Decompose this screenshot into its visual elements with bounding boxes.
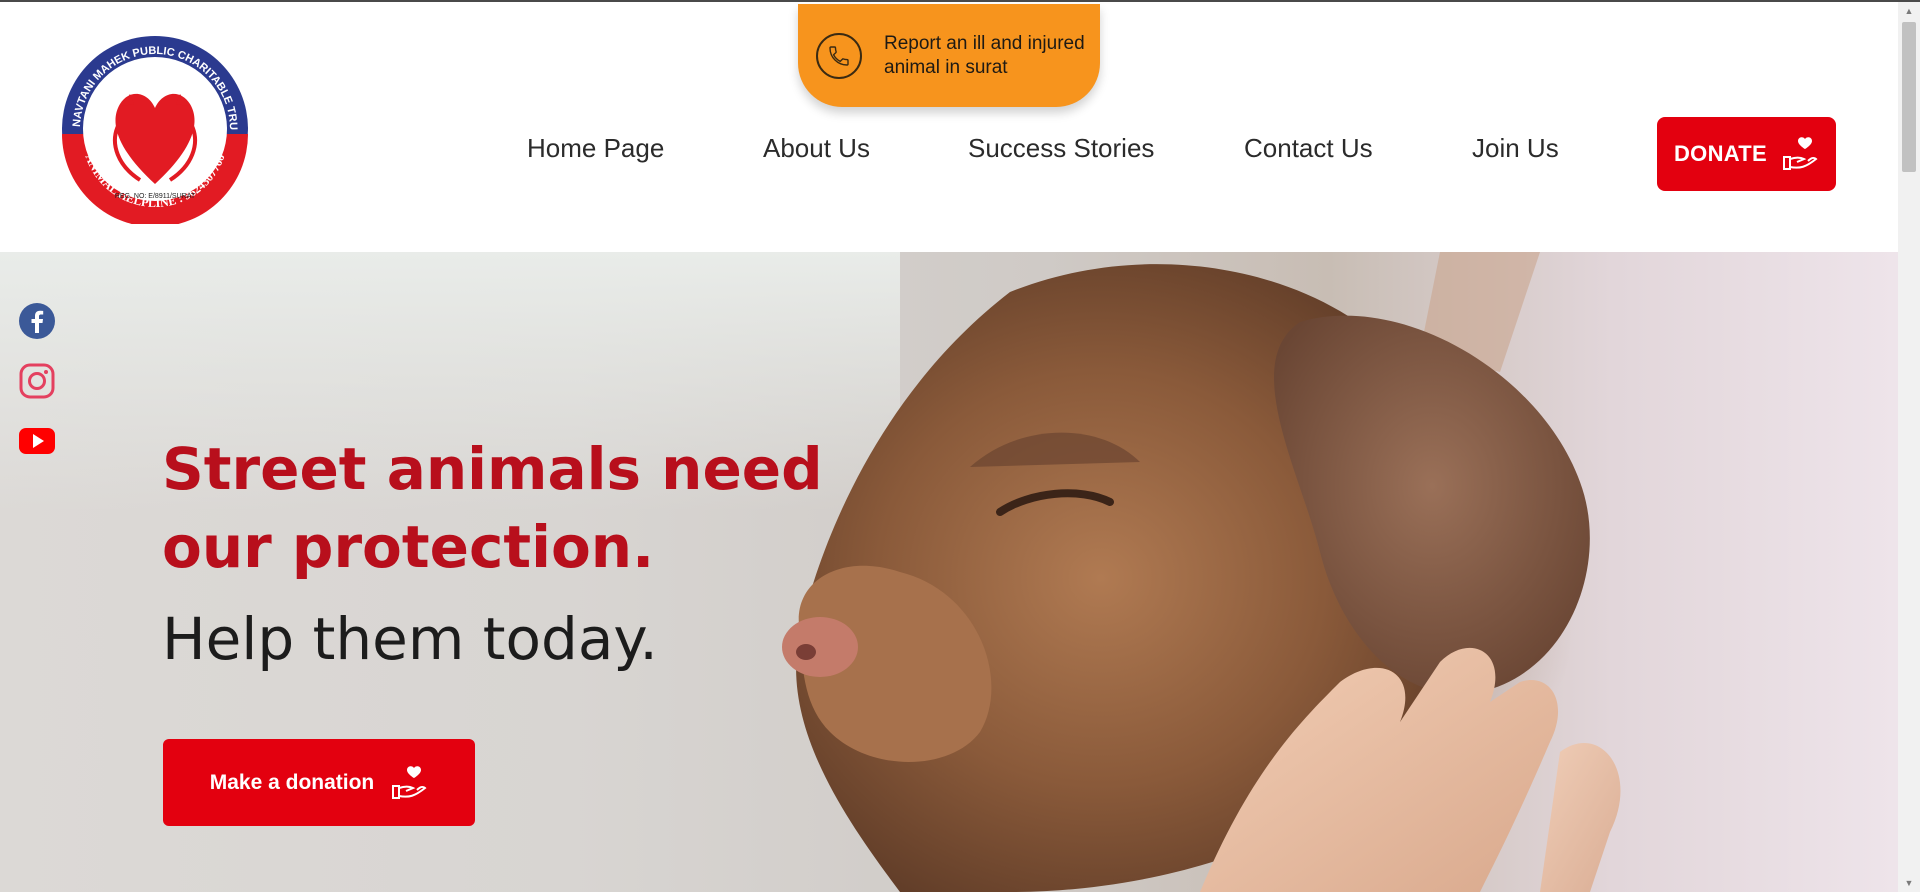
heart-hand-icon: [1783, 137, 1818, 170]
heart-hand-icon: [392, 765, 427, 799]
site-header: MANAVTANI MAHEK PUBLIC CHARITABLE TRUST …: [0, 2, 1898, 252]
scroll-up-arrow-icon[interactable]: ▲: [1898, 2, 1920, 20]
donate-label: DONATE: [1673, 141, 1768, 166]
donate-button[interactable]: DONATE: [1657, 117, 1836, 191]
hero-text: Street animals need our protection. Help…: [162, 430, 862, 678]
trust-logo[interactable]: MANAVTANI MAHEK PUBLIC CHARITABLE TRUST …: [60, 34, 250, 224]
make-donation-button[interactable]: Make a donation: [163, 739, 475, 826]
logo-reg-text: REG. NO: E/8911/SURAT: [115, 193, 196, 200]
puppy-photo: [782, 252, 1621, 892]
report-animal-banner[interactable]: Report an ill and injured animal in sura…: [798, 4, 1100, 107]
make-donation-label: Make a donation: [209, 770, 375, 794]
nav-home-page[interactable]: Home Page: [527, 132, 664, 164]
phone-icon: [816, 32, 862, 79]
hero-headline-line2: our protection.: [162, 513, 655, 581]
report-banner-text: Report an ill and injured animal in sura…: [884, 32, 1085, 78]
nav-success-stories[interactable]: Success Stories: [968, 132, 1154, 164]
scroll-down-arrow-icon[interactable]: ▼: [1898, 874, 1920, 892]
nav-contact-us[interactable]: Contact Us: [1244, 132, 1373, 164]
nav-join-us[interactable]: Join Us: [1472, 132, 1559, 164]
nav-about-us[interactable]: About Us: [763, 132, 870, 164]
hero-headline: Street animals need our protection.: [162, 430, 862, 586]
hero-subline: Help them today.: [162, 605, 658, 673]
scrollbar-thumb[interactable]: [1902, 22, 1916, 172]
youtube-icon[interactable]: [18, 422, 56, 460]
instagram-icon[interactable]: [18, 362, 56, 400]
facebook-icon[interactable]: [18, 302, 56, 340]
hero-headline-line1: Street animals need: [162, 435, 823, 503]
page-scrollbar[interactable]: ▲ ▼: [1898, 2, 1920, 892]
